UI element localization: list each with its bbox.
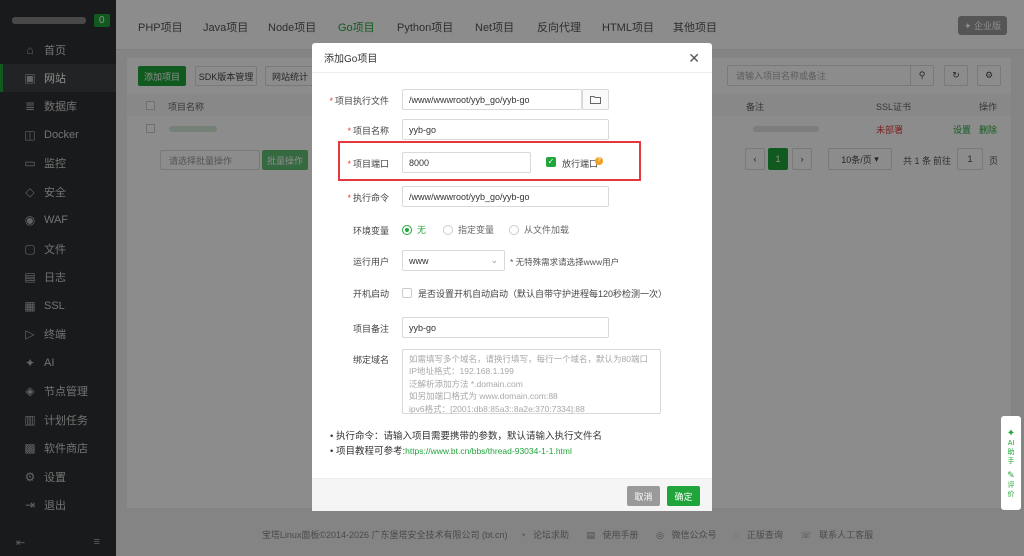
help-icon[interactable]: ? (595, 157, 603, 165)
close-icon[interactable]: ✕ (688, 50, 700, 67)
rate-icon: ✎ (1007, 470, 1015, 480)
env-option-specify[interactable]: 指定变量 (443, 223, 494, 236)
project-name-label: * 项目名称 (347, 126, 389, 136)
run-user-label: 运行用户 (352, 257, 389, 267)
add-go-project-dialog: 添加Go项目 ✕ * 项目执行文件 /www/wwwroot/yyb_go/yyb… (312, 43, 712, 511)
domain-placeholder-line: 如另加端口格式为 www.domain.com:88 (409, 391, 558, 402)
remark-label: 项目备注 (352, 324, 389, 334)
env-label: 环境变量 (352, 226, 389, 236)
autostart-label: 开机启动 (352, 289, 389, 299)
exec-file-input[interactable]: /www/wwwroot/yyb_go/yyb-go (402, 89, 582, 110)
tutorial-tip: • 项目教程可参考:https://www.bt.cn/bbs/thread-9… (330, 446, 572, 457)
command-label: * 执行命令 (347, 193, 389, 203)
run-user-select[interactable]: www ⌄ (402, 250, 505, 271)
ai-icon: ✦ (1006, 428, 1016, 439)
remark-input[interactable]: yyb-go (402, 317, 609, 338)
exec-file-label: * 项目执行文件 (329, 96, 389, 106)
rate-label: 评价 (1007, 482, 1015, 498)
ai-assistant-label: AI助手 (1007, 440, 1015, 465)
command-input[interactable]: /www/wwwroot/yyb_go/yyb-go (402, 186, 609, 207)
domain-placeholder-line: ipv6格式：[2001:db8:85a3::8a2e:370:7334]:88 (409, 403, 585, 414)
domain-placeholder-line: 如需填写多个域名，请换行填写，每行一个域名，默认为80端口 (409, 354, 648, 364)
open-port-label: 放行端口 (562, 159, 599, 169)
open-port-checkbox[interactable]: ✓ (546, 157, 556, 167)
run-user-hint: * 无特殊需求请选择www用户 (510, 257, 620, 267)
folder-icon[interactable] (582, 89, 609, 110)
project-name-input[interactable]: yyb-go (402, 119, 609, 140)
project-port-input[interactable]: 8000 (402, 152, 531, 173)
cancel-button[interactable]: 取消 (627, 486, 660, 506)
domain-label: 绑定域名 (352, 355, 389, 365)
autostart-text: 是否设置开机自动启动（默认自带守护进程每120秒检测一次） (418, 289, 668, 299)
env-option-none[interactable]: 无 (402, 223, 426, 236)
dialog-title: 添加Go项目 (324, 54, 378, 65)
ai-assistant-tab[interactable]: ✦ AI助手 ✎ 评价 (1001, 416, 1021, 510)
env-option-file[interactable]: 从文件加载 (509, 223, 569, 236)
project-port-label: * 项目端口 (347, 159, 389, 169)
domain-placeholder-line: IP地址格式：192.168.1.199 (409, 366, 514, 377)
dialog-header: 添加Go项目 (312, 43, 712, 73)
domain-placeholder-line: 泛解析添加方法 *.domain.com (409, 378, 523, 389)
command-tip: • 执行命令：请输入项目需要携带的参数，默认请输入执行文件名 (330, 431, 602, 442)
dialog-footer: 取消 确定 (312, 478, 712, 511)
autostart-checkbox[interactable] (402, 288, 412, 298)
domain-textarea[interactable]: 如需填写多个域名，请换行填写，每行一个域名，默认为80端口 IP地址格式：192… (402, 349, 661, 414)
tutorial-link[interactable]: https://www.bt.cn/bbs/thread-93034-1-1.h… (405, 446, 572, 456)
chevron-down-icon: ⌄ (490, 255, 498, 265)
confirm-button[interactable]: 确定 (667, 486, 700, 506)
